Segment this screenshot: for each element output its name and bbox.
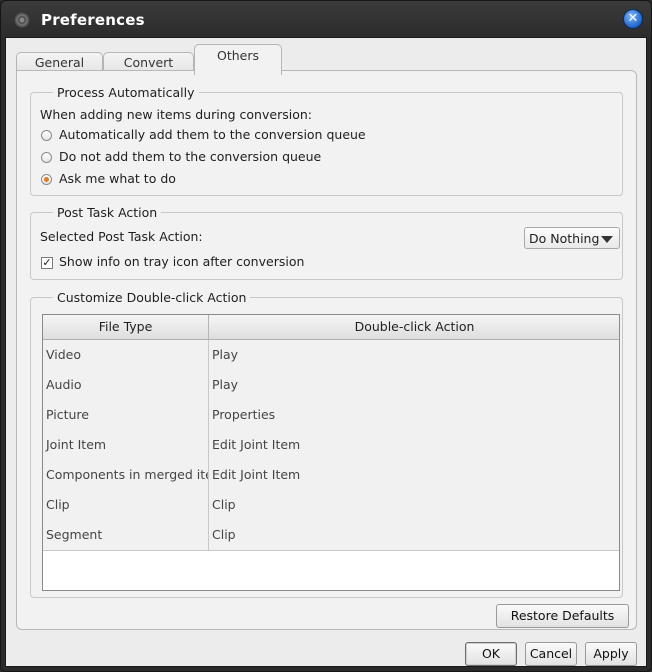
double-click-table: File Type Double-click Action Video Play… [42,314,620,591]
dialog-body: General Convert Others Process Automatic… [5,37,647,667]
file-type-cell: Components in merged items [46,467,208,482]
radio-ask-me-label[interactable]: Ask me what to do [59,171,176,186]
action-cell: Play [208,340,619,370]
group-legend: Customize Double-click Action [53,290,251,305]
table-row[interactable]: Video Play [43,340,619,371]
double-click-action-group: Customize Double-click Action File Type … [30,290,623,598]
column-file-type[interactable]: File Type [43,315,208,339]
radio-do-not-add[interactable] [41,152,52,163]
radio-auto-add-label[interactable]: Automatically add them to the conversion… [59,127,366,142]
file-type-cell: Segment [46,527,103,542]
apply-button[interactable]: Apply [585,642,637,666]
file-type-cell: Joint Item [46,437,107,452]
post-task-action-label: Selected Post Task Action: [40,229,203,244]
tab-others[interactable]: Others [194,44,282,75]
action-cell: Clip [208,520,619,550]
post-task-action-group: Post Task Action Selected Post Task Acti… [30,205,623,280]
tab-panel-others: Process Automatically When adding new it… [16,70,637,630]
tray-info-label[interactable]: Show info on tray icon after conversion [59,254,304,269]
radio-do-not-add-label[interactable]: Do not add them to the conversion queue [59,149,321,164]
chevron-down-icon [601,236,613,243]
radio-ask-me[interactable] [41,174,52,185]
table-row[interactable]: Joint Item Edit Joint Item [43,430,619,461]
file-type-cell: Picture [46,407,89,422]
app-icon [14,12,30,28]
radio-auto-add[interactable] [41,130,52,141]
table-row[interactable]: Audio Play [43,370,619,401]
file-type-cell: Video [46,347,82,362]
action-cell: Properties [208,400,619,430]
window-title: Preferences [41,11,145,29]
ok-button[interactable]: OK [465,642,517,666]
file-type-cell: Audio [46,377,82,392]
action-cell: Clip [208,490,619,520]
table-row[interactable]: Segment Clip [43,520,619,551]
process-automatically-group: Process Automatically When adding new it… [30,85,623,196]
action-cell: Edit Joint Item [208,460,619,490]
close-icon[interactable]: ✕ [623,9,643,29]
title-bar[interactable]: Preferences ✕ [1,1,651,37]
column-double-click-action[interactable]: Double-click Action [208,315,619,339]
conversion-prompt-label: When adding new items during conversion: [40,107,312,122]
table-row[interactable]: Clip Clip [43,490,619,521]
table-header: File Type Double-click Action [43,315,619,340]
action-cell: Edit Joint Item [208,430,619,460]
post-task-action-value: Do Nothing [529,231,600,246]
table-row[interactable]: Picture Properties [43,400,619,431]
file-type-cell: Clip [46,497,70,512]
action-cell: Play [208,370,619,400]
tray-info-checkbox[interactable]: ✓ [41,257,53,269]
preferences-window: Preferences ✕ General Convert Others Pro… [0,0,652,672]
restore-defaults-button[interactable]: Restore Defaults [496,604,629,628]
table-row[interactable]: Components in merged items Edit Joint It… [43,460,619,491]
group-legend: Process Automatically [53,85,199,100]
post-task-action-select[interactable]: Do Nothing [524,227,620,249]
group-legend: Post Task Action [53,205,162,220]
cancel-button[interactable]: Cancel [525,642,577,666]
